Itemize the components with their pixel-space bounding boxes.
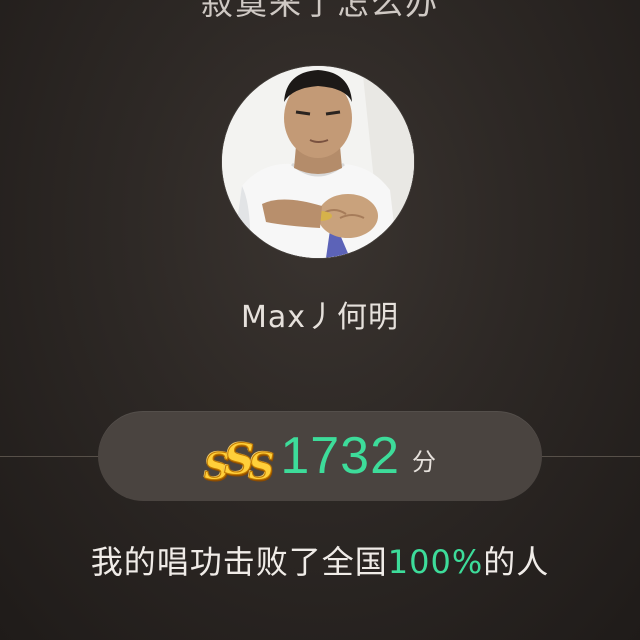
divider-left xyxy=(0,456,100,457)
username: Max丿何明 xyxy=(240,300,400,335)
divider-right xyxy=(540,456,640,457)
result-percent: 100% xyxy=(387,543,484,581)
grade-badge-icon: SSS xyxy=(203,435,275,488)
avatar-photo xyxy=(222,66,414,258)
avatar[interactable] xyxy=(222,66,414,258)
result-prefix: 我的唱功击败了全国 xyxy=(90,543,388,581)
score-value: 1732 xyxy=(280,427,401,485)
score-unit: 分 xyxy=(412,447,437,476)
song-title: 寂寞来了怎么办 xyxy=(200,0,439,22)
score-panel: SSS 1732 分 xyxy=(98,411,542,501)
result-line: 我的唱功击败了全国100%的人 xyxy=(0,537,640,583)
result-suffix: 的人 xyxy=(483,543,550,581)
